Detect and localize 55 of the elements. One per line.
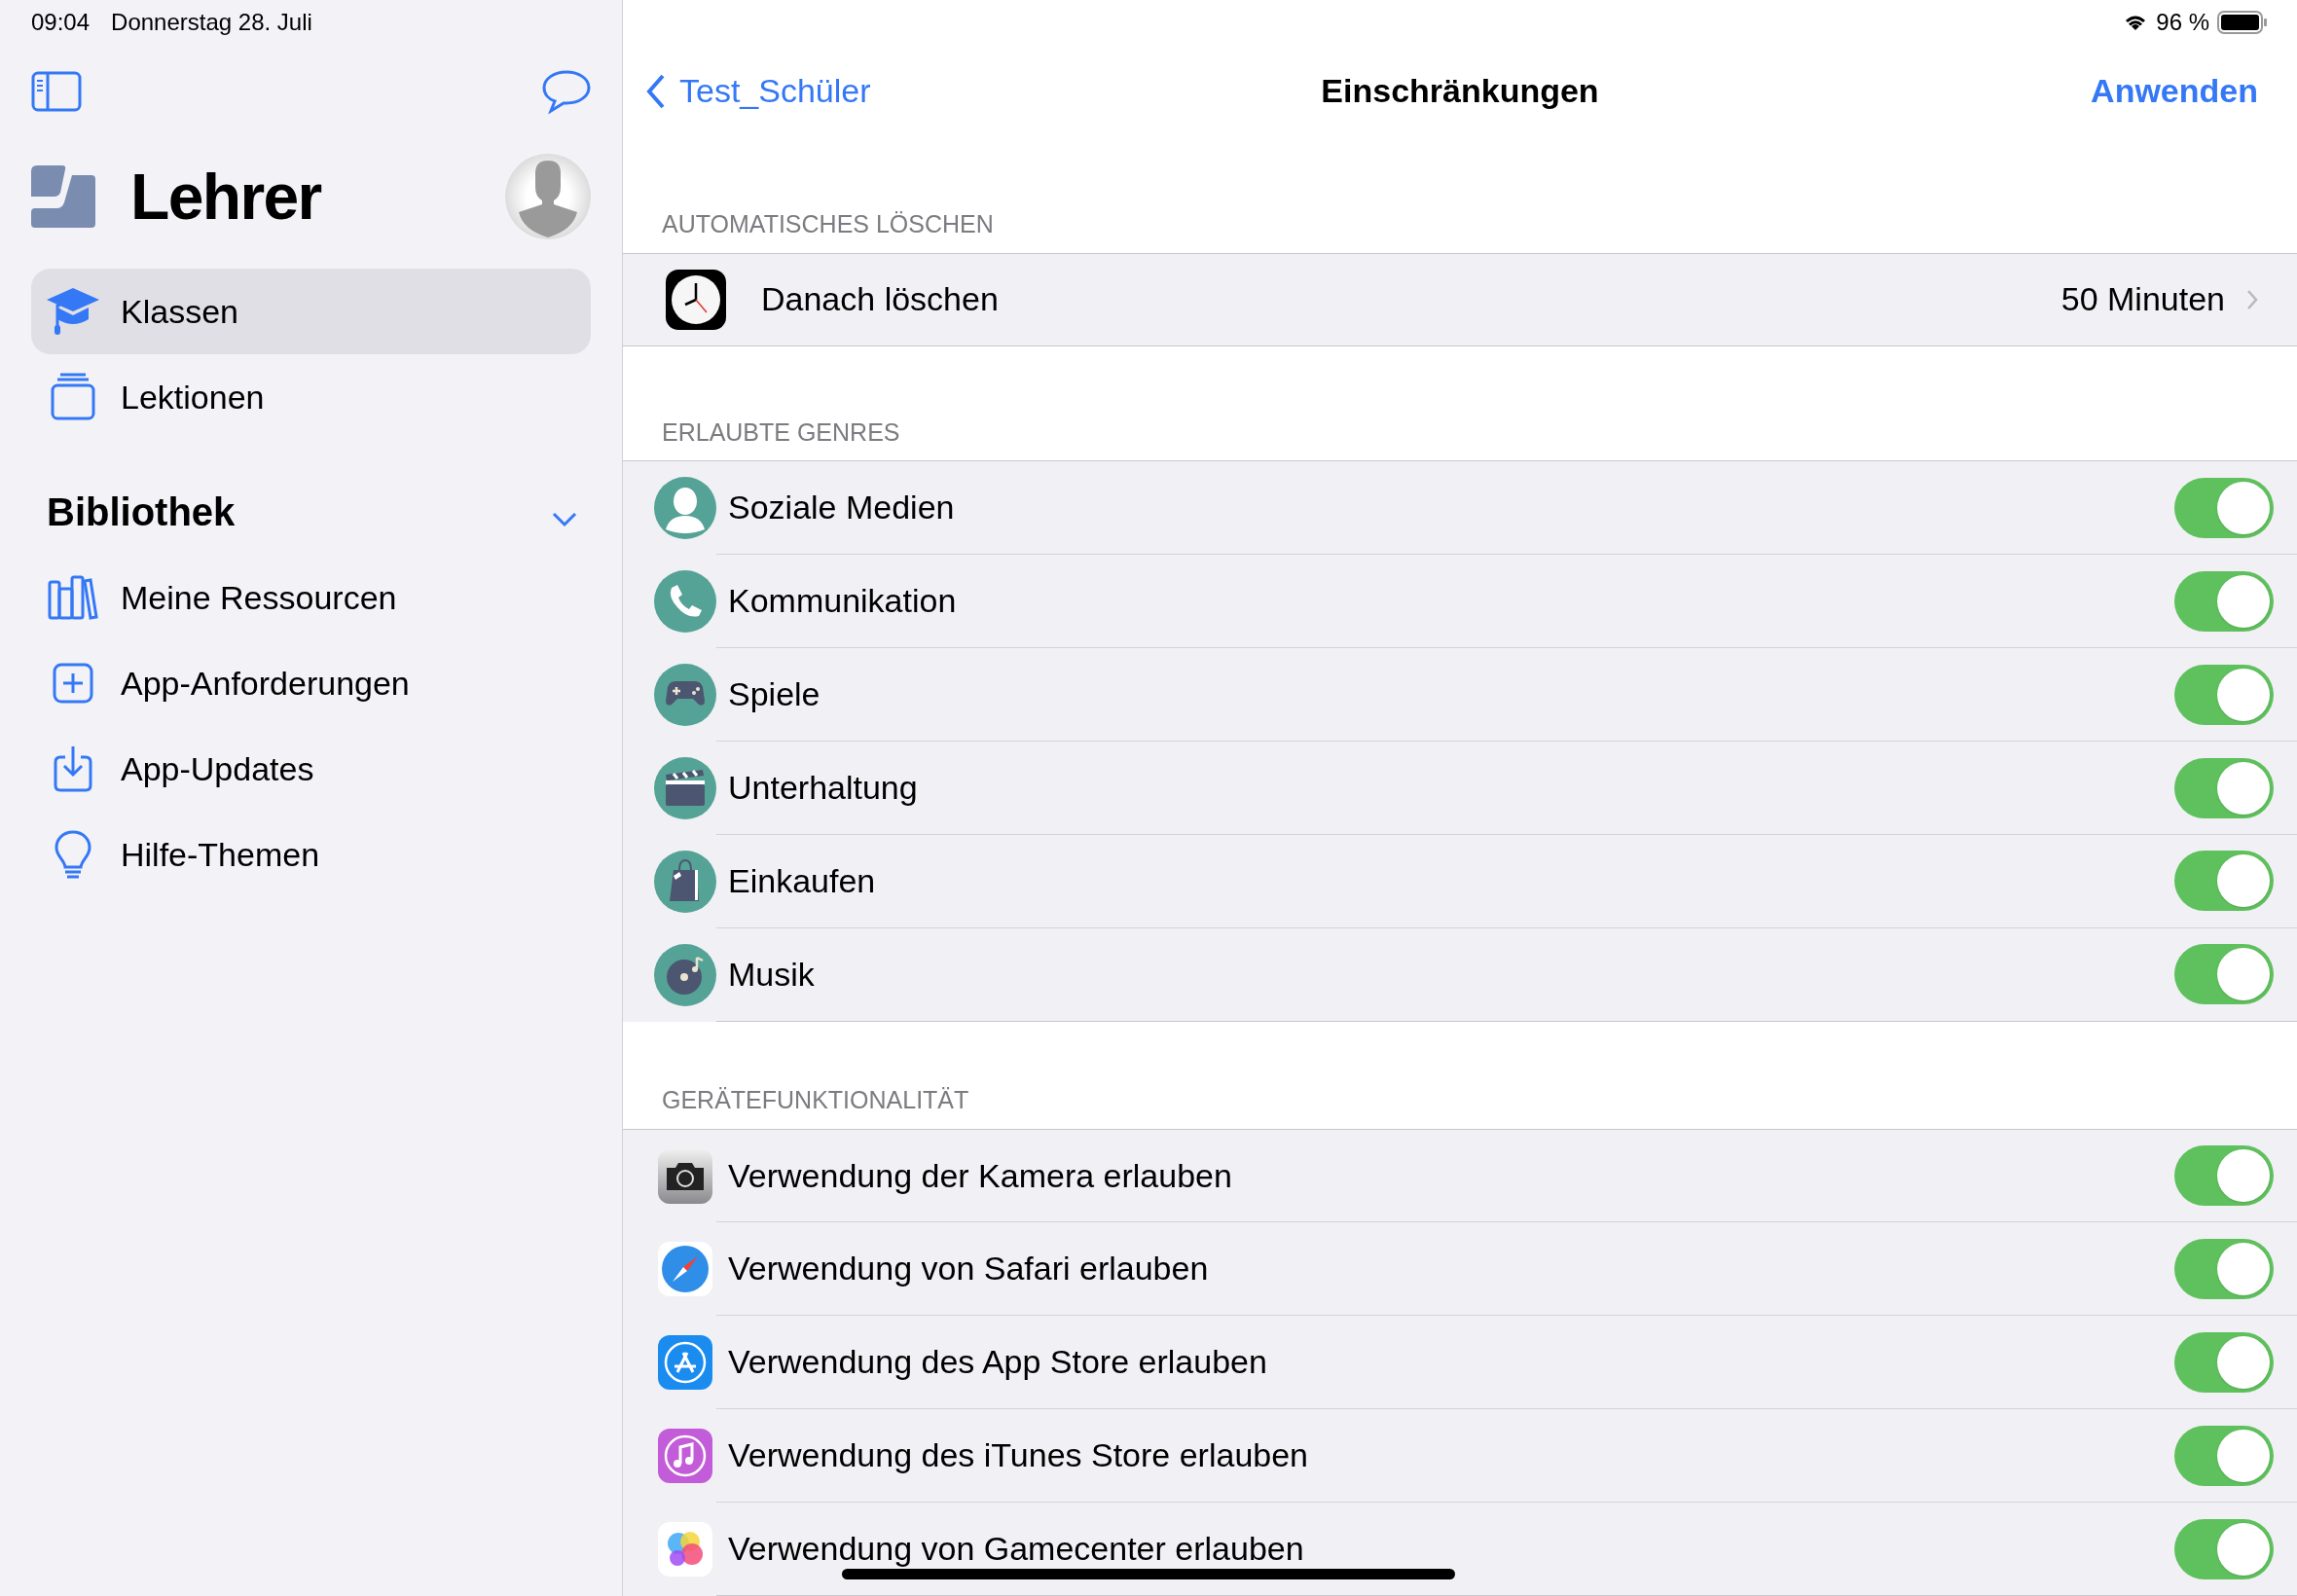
apply-button[interactable]: Anwenden [2091, 66, 2274, 117]
page-title: Einschränkungen [1321, 71, 1599, 112]
graduation-cap-icon [46, 286, 100, 337]
compass-icon [658, 1242, 712, 1297]
card-stack-icon [49, 372, 97, 422]
sidebar-item[interactable]: Hilfe-Themen [31, 812, 591, 897]
sidebar-title: Lehrer [130, 159, 323, 235]
plus-square-icon [53, 663, 93, 704]
setting-label: Kommunikation [728, 581, 957, 622]
sidebar-item[interactable]: Meine Ressourcen [31, 555, 591, 640]
sidebar-item[interactable]: App-Updates [31, 726, 591, 812]
avatar-silhouette-icon[interactable] [505, 154, 591, 239]
setting-label: Unterhaltung [728, 768, 918, 808]
setting-label: Spiele [728, 674, 820, 715]
download-tray-icon [53, 745, 93, 792]
setting-label: Verwendung von Safari erlauben [728, 1249, 1209, 1289]
record-note-icon [654, 943, 716, 1006]
settings-row[interactable]: Danach löschen 50 Minuten [623, 253, 2297, 346]
clock-icon [666, 269, 726, 330]
music-note-icon [658, 1429, 712, 1484]
bubbles-icon [658, 1522, 712, 1577]
disclosure-chevron-icon [2246, 288, 2258, 310]
gamepad-icon [654, 664, 716, 727]
setting-label: Verwendung des iTunes Store erlauben [728, 1435, 1309, 1476]
sidebar-item[interactable]: Lektionen [31, 354, 591, 440]
battery-percent: 96 % [2156, 7, 2209, 37]
books-icon [48, 575, 98, 620]
speech-bubble-icon[interactable] [542, 69, 591, 114]
section-header: ERLAUBTE GENRES [662, 417, 900, 448]
setting-label: Verwendung des App Store erlauben [728, 1342, 1267, 1383]
status-time: 09:04 [31, 8, 91, 37]
setting-label: Verwendung von Gamecenter erlauben [728, 1529, 1304, 1569]
setting-label: Soziale Medien [728, 488, 955, 528]
setting-label: Verwendung der Kamera erlauben [728, 1155, 1232, 1196]
sidebar-item[interactable]: Klassen [31, 269, 591, 354]
setting-label: Musik [728, 954, 815, 995]
sidebar-toggle-icon[interactable] [31, 71, 82, 112]
battery-icon [2217, 10, 2268, 34]
phone-icon [654, 570, 716, 634]
person-icon [654, 477, 716, 540]
back-chevron-icon [646, 73, 666, 109]
lightbulb-icon [55, 830, 91, 879]
app-store-icon [658, 1335, 712, 1391]
clapperboard-icon [654, 757, 716, 819]
setting-label: Einkaufen [728, 860, 876, 901]
app-logo-icon [31, 165, 95, 228]
chevron-icon[interactable] [552, 512, 577, 527]
shopping-bag-icon [654, 850, 716, 913]
status-date: Donnerstag 28. Juli [111, 8, 312, 37]
sidebar-item[interactable]: App-Anforderungen [31, 640, 591, 726]
section-header: GERÄTEFUNKTIONALITÄT [662, 1085, 969, 1116]
camera-icon [658, 1148, 712, 1204]
section-header: AUTOMATISCHES LÖSCHEN [662, 209, 994, 240]
back-button[interactable]: Test_Schüler [646, 66, 871, 117]
section-title: Bibliothek [47, 490, 236, 535]
